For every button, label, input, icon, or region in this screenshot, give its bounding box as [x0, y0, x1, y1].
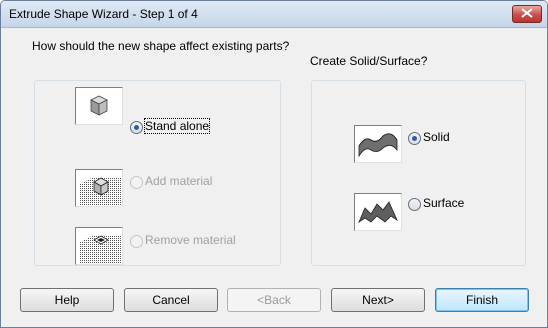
surface-icon	[358, 201, 398, 224]
solid-icon	[358, 133, 398, 158]
placement-group: Stand alone Add material Remove material	[34, 80, 281, 266]
close-button[interactable]	[512, 5, 542, 23]
solid-surface-group: Solid Surface	[311, 80, 526, 266]
remove-material-icon	[80, 235, 122, 264]
add-material-radio[interactable]	[130, 176, 143, 189]
finish-button[interactable]: Finish	[435, 288, 529, 312]
wizard-body: How should the new shape affect existing…	[1, 28, 547, 327]
surface-radio[interactable]	[408, 198, 421, 211]
cube-icon	[90, 95, 108, 116]
cancel-button[interactable]: Cancel	[124, 288, 218, 312]
wizard-window: Extrude Shape Wizard - Step 1 of 4 How s…	[0, 0, 548, 328]
help-button[interactable]: Help	[20, 288, 114, 312]
solid-radio[interactable]	[408, 132, 421, 145]
stand-alone-label[interactable]: Stand alone	[143, 118, 211, 134]
surface-thumbnail	[354, 193, 402, 231]
solid-thumbnail	[354, 125, 402, 163]
add-material-thumbnail	[75, 169, 123, 207]
remove-material-thumbnail	[75, 227, 123, 265]
solid-label[interactable]: Solid	[423, 130, 450, 144]
back-button[interactable]: <Back	[227, 288, 321, 312]
solid-surface-question: Create Solid/Surface?	[310, 54, 428, 68]
stand-alone-thumbnail	[75, 87, 123, 125]
close-icon	[521, 8, 533, 18]
placement-question: How should the new shape affect existing…	[32, 39, 290, 53]
add-material-icon	[80, 177, 122, 206]
title-bar[interactable]: Extrude Shape Wizard - Step 1 of 4	[1, 1, 547, 28]
next-button[interactable]: Next>	[331, 288, 425, 312]
remove-material-label[interactable]: Remove material	[145, 233, 236, 247]
surface-label[interactable]: Surface	[423, 196, 464, 210]
add-material-label[interactable]: Add material	[145, 174, 212, 188]
stand-alone-radio[interactable]	[130, 121, 143, 134]
remove-material-radio[interactable]	[130, 235, 143, 248]
window-title: Extrude Shape Wizard - Step 1 of 4	[9, 7, 198, 21]
